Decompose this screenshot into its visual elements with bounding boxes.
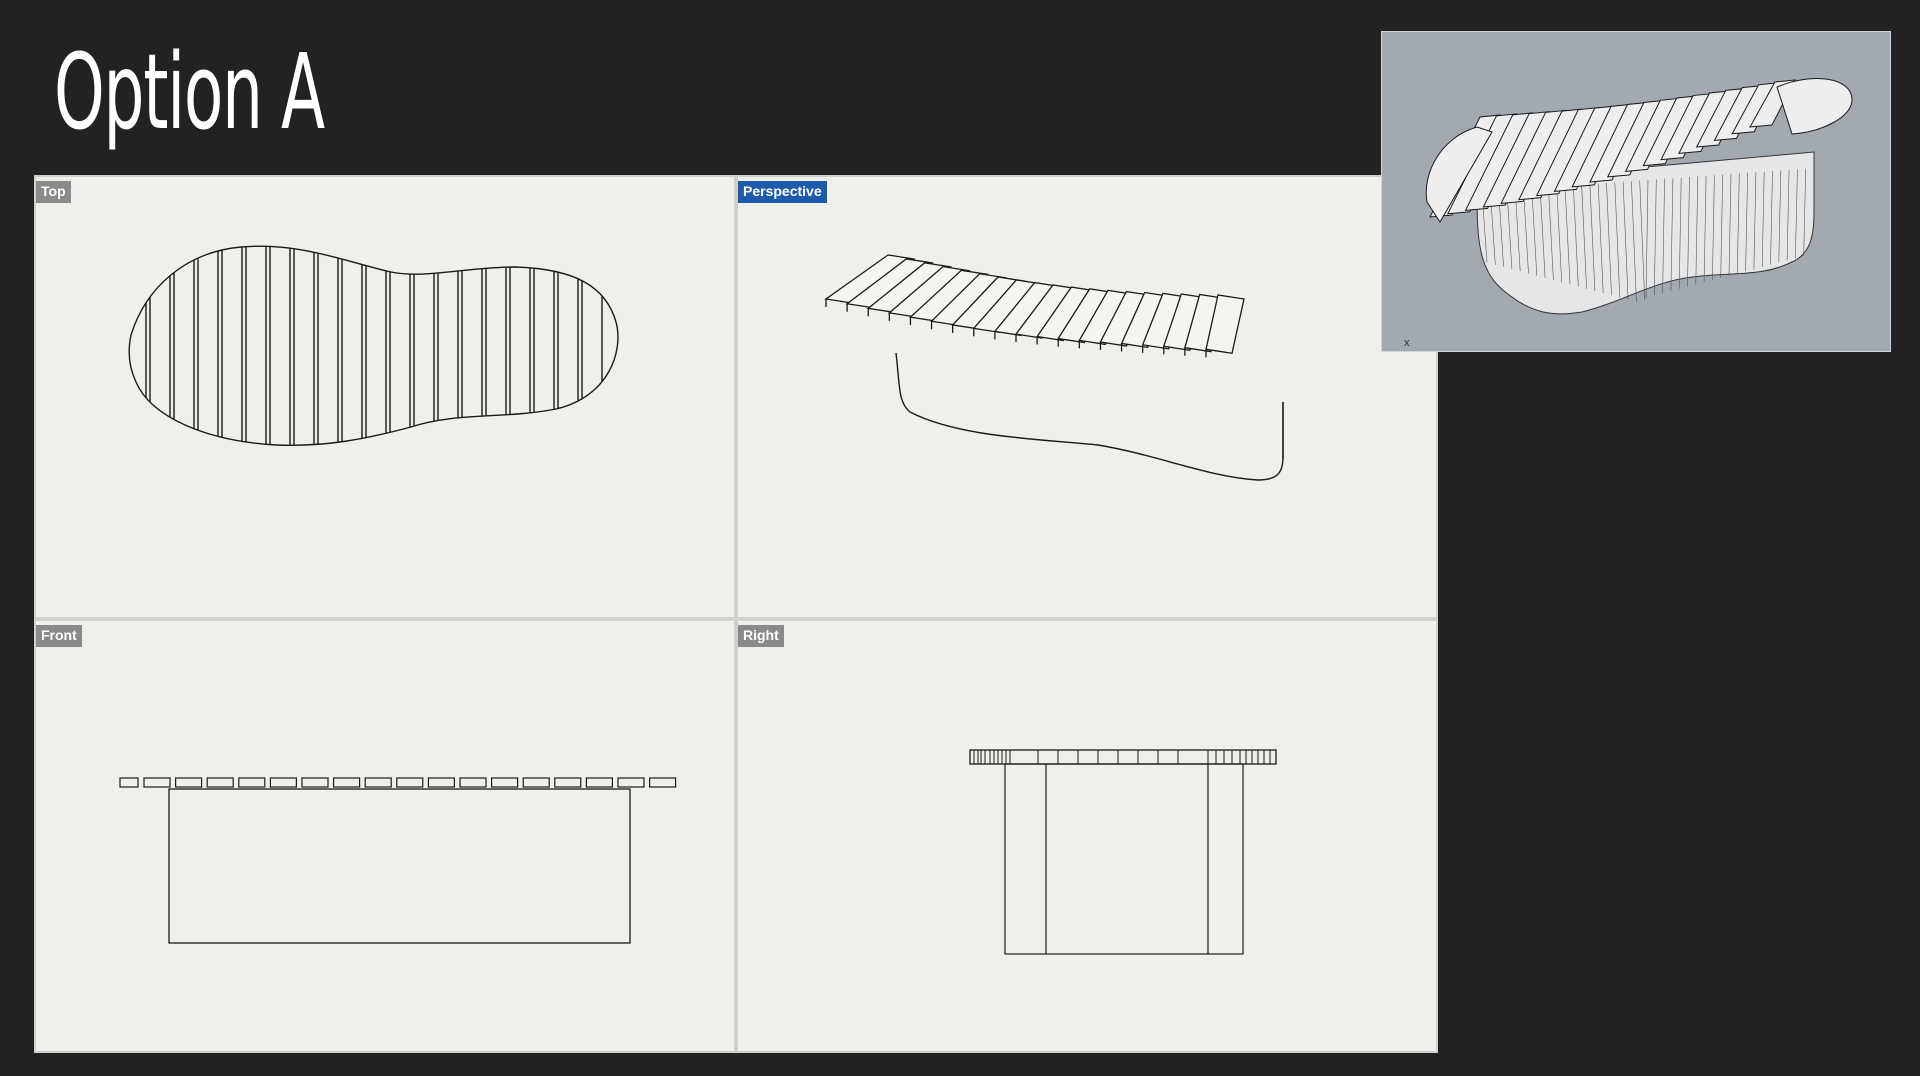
slat-top: [509, 246, 531, 446]
right-view-drawing: [969, 749, 1277, 955]
slat-top: [293, 246, 315, 446]
front-view-drawing: [119, 777, 677, 944]
slat-top: [533, 246, 555, 446]
slat-top: [581, 246, 603, 446]
slat-front: [301, 777, 329, 788]
slat-front: [269, 777, 297, 788]
bench-slats-front: [119, 777, 677, 788]
bench-slats-perspective: [824, 254, 1245, 358]
slat-front: [396, 777, 424, 788]
slat-front: [206, 777, 234, 788]
slat-top: [365, 246, 387, 446]
slat-front: [648, 777, 677, 788]
viewport-front[interactable]: Front: [36, 621, 734, 1051]
slat-front: [427, 777, 455, 788]
slat-top: [557, 246, 579, 446]
slat-front: [175, 777, 203, 788]
viewport-top[interactable]: Top: [36, 177, 734, 617]
slat-top: [413, 246, 435, 446]
top-view-drawing: [128, 245, 619, 446]
slat-top: [173, 246, 195, 446]
slide-title: Option A: [54, 31, 325, 153]
slat-top: [269, 246, 291, 446]
slat-top: [149, 246, 171, 446]
viewport-label-top[interactable]: Top: [36, 181, 71, 203]
viewport-perspective[interactable]: Perspective: [738, 177, 1436, 617]
slat-top: [461, 246, 483, 446]
slat-front: [617, 777, 645, 788]
bench-base-right: [1004, 763, 1244, 955]
slat-front: [238, 777, 266, 788]
shaded-render-inset: x: [1381, 31, 1891, 352]
inset-axis-label: x: [1404, 337, 1410, 349]
slat-front: [491, 777, 519, 788]
slat-front: [522, 777, 550, 788]
slat-front: [585, 777, 614, 788]
viewport-label-front[interactable]: Front: [36, 625, 82, 647]
slat-front: [554, 777, 582, 788]
slat-top: [437, 246, 459, 446]
slat-front: [333, 777, 361, 788]
inset-slat-endcap-right: [1776, 77, 1853, 135]
viewport-label-right[interactable]: Right: [738, 625, 784, 647]
slat-front: [459, 777, 487, 788]
viewport-right[interactable]: Right: [738, 621, 1436, 1051]
slat-front: [143, 777, 171, 788]
slat-top: [389, 246, 411, 446]
bench-base-front: [168, 788, 631, 944]
viewport-label-perspective[interactable]: Perspective: [738, 181, 827, 203]
rhino-viewport-grid: Top Perspective Front Right: [34, 175, 1438, 1053]
bench-base-perspective: [895, 352, 1284, 481]
slat-top: [245, 246, 267, 446]
slat-top: [485, 246, 507, 446]
perspective-drawing: [824, 254, 1284, 481]
shaded-render-drawing: x: [1404, 77, 1853, 349]
slat-front: [119, 777, 139, 788]
bench-top-right: [969, 749, 1277, 765]
slat-top: [341, 246, 363, 446]
slat-front: [364, 777, 392, 788]
